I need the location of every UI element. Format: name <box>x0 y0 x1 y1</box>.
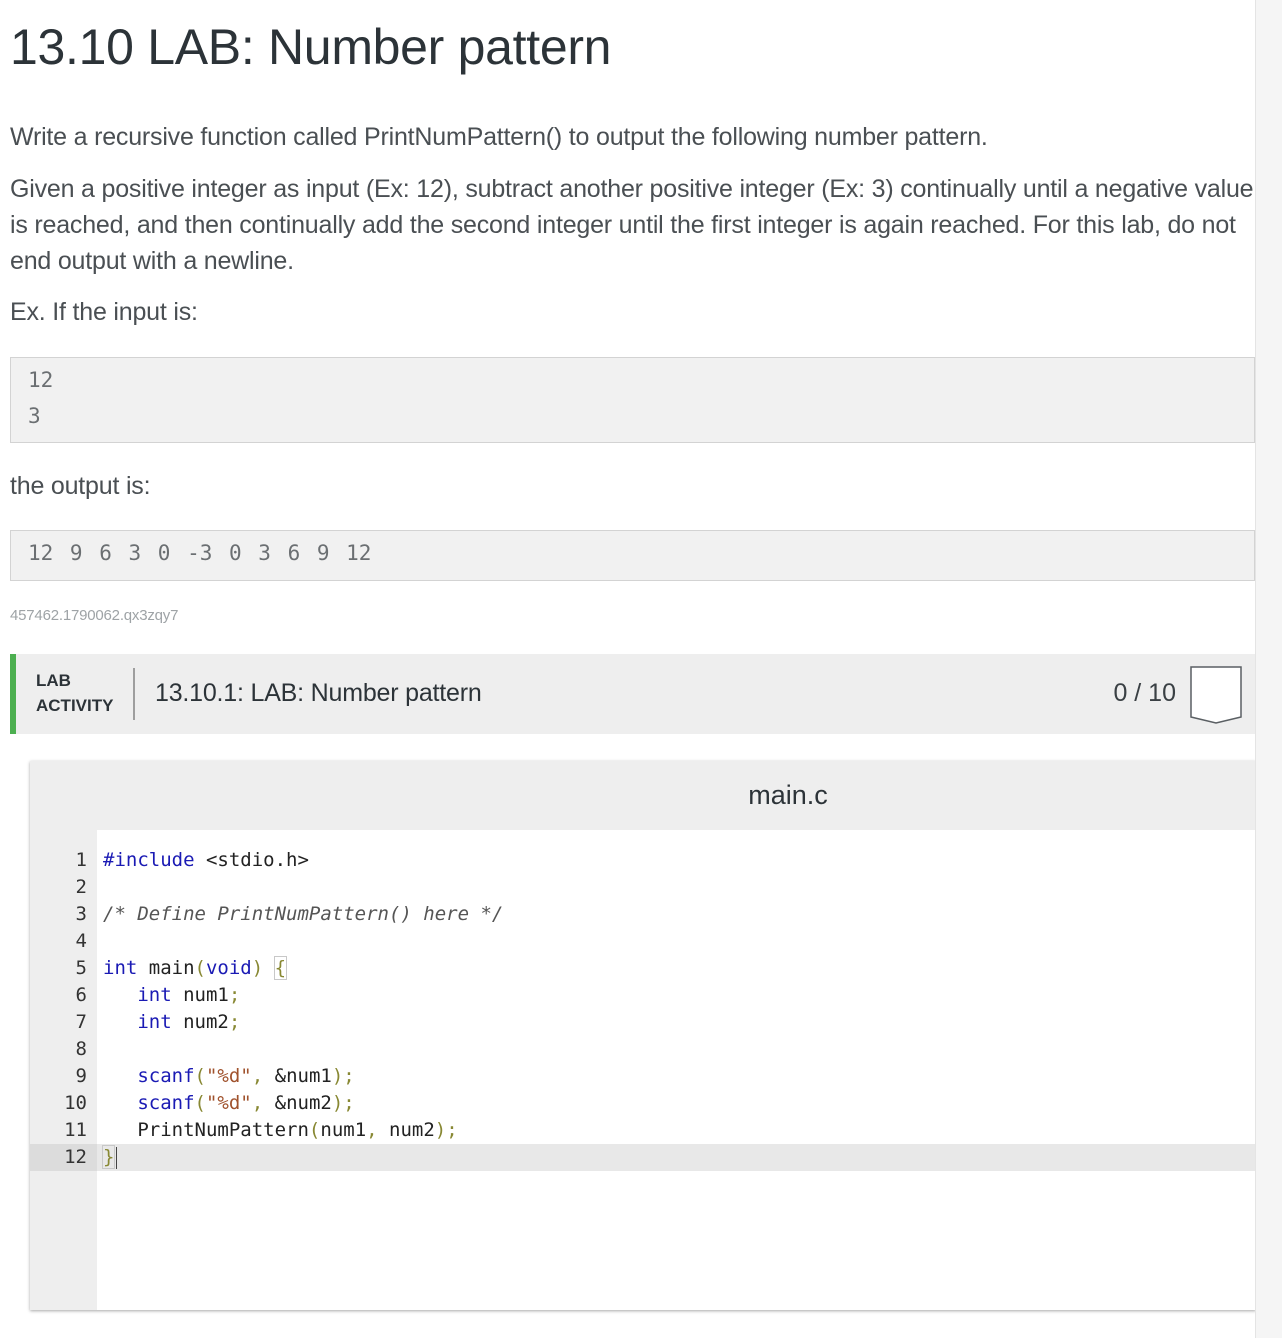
lab-tag-line: ACTIVITY <box>36 696 114 715</box>
code-text: int num1; <box>103 982 240 1009</box>
code-text: PrintNumPattern(num1, num2); <box>103 1117 458 1144</box>
input-intro-text: Ex. If the input is: <box>10 298 198 326</box>
line-number: 5 <box>75 957 87 979</box>
code-token: int <box>103 957 138 979</box>
code-line-active[interactable]: 12 } <box>30 1144 1256 1171</box>
matched-brace: { <box>273 956 288 980</box>
code-line[interactable]: 5 int main(void) { <box>30 955 1256 982</box>
lab-activity-tag: LAB ACTIVITY <box>36 668 113 718</box>
code-token: &num1 <box>274 1065 332 1087</box>
code-token: scanf <box>137 1065 195 1087</box>
code-token: ); <box>331 1065 355 1087</box>
code-token: "%d" <box>205 1092 252 1114</box>
example-input-line: 12 <box>28 368 54 392</box>
code-editor: main.c 1 #include <stdio.h> 2 3 /* Defin… <box>30 761 1256 1310</box>
text-caret <box>116 1146 118 1169</box>
code-token: ( <box>194 1065 206 1087</box>
code-token: num2 <box>171 1011 229 1033</box>
description-paragraph: Given a positive integer as input (Ex: 1… <box>10 175 1254 275</box>
shield-badge-icon <box>1190 666 1242 724</box>
line-number: 8 <box>75 1038 87 1060</box>
code-text: scanf("%d", &num1); <box>103 1063 355 1090</box>
code-line[interactable]: 7 int num2; <box>30 1009 1256 1036</box>
code-line[interactable]: 11 PrintNumPattern(num1, num2); <box>30 1117 1256 1144</box>
page-scrollbar[interactable] <box>1255 0 1282 1338</box>
file-name-tab[interactable]: main.c <box>30 780 1256 811</box>
code-token: ; <box>228 1011 241 1033</box>
code-token: <stdio.h> <box>194 849 309 871</box>
code-text: } <box>101 1144 118 1171</box>
example-input-block: 12 3 <box>10 357 1255 443</box>
code-line[interactable]: 6 int num1; <box>30 982 1256 1009</box>
code-token: num1 <box>171 984 229 1006</box>
code-token: void <box>205 957 252 979</box>
example-output-line: 12 9 6 3 0 -3 0 3 6 9 12 <box>28 541 372 565</box>
code-token: "%d" <box>205 1065 252 1087</box>
matched-brace: } <box>101 1145 116 1169</box>
example-input-line: 3 <box>28 404 41 428</box>
code-token: ; <box>228 984 241 1006</box>
line-number: 12 <box>30 1144 97 1171</box>
code-token: ); <box>331 1092 355 1114</box>
code-token: , <box>251 1065 275 1087</box>
code-token: PrintNumPattern <box>137 1119 309 1141</box>
line-number: 3 <box>75 903 87 925</box>
code-token: num1 <box>320 1119 367 1141</box>
code-text: int main(void) { <box>103 955 288 982</box>
line-number: 2 <box>75 876 87 898</box>
editor-header: main.c <box>30 761 1256 830</box>
output-intro-text: the output is: <box>10 472 151 500</box>
code-text: int num2; <box>103 1009 240 1036</box>
example-output-block: 12 9 6 3 0 -3 0 3 6 9 12 <box>10 530 1255 581</box>
code-token: ); <box>434 1119 458 1141</box>
code-token: num2 <box>389 1119 435 1141</box>
line-number: 4 <box>75 930 87 952</box>
lab-activity-title: 13.10.1: LAB: Number pattern <box>155 679 482 707</box>
code-line[interactable]: 8 <box>30 1036 1256 1063</box>
lab-score: 0 / 10 <box>1113 679 1176 707</box>
code-text: #include <stdio.h> <box>103 847 309 874</box>
code-comment: /* Define PrintNumPattern() here */ <box>103 903 504 925</box>
code-line[interactable]: 9 scanf("%d", &num1); <box>30 1063 1256 1090</box>
code-token: , <box>366 1119 390 1141</box>
code-line[interactable]: 2 <box>30 874 1256 901</box>
line-number: 7 <box>75 1011 87 1033</box>
code-token: , <box>251 1092 275 1114</box>
code-token: ( <box>194 1092 206 1114</box>
page-title: 13.10 LAB: Number pattern <box>10 19 612 75</box>
code-token: main <box>137 957 195 979</box>
code-token: ) <box>251 957 264 979</box>
code-token: #include <box>103 849 195 871</box>
code-token: ( <box>194 957 206 979</box>
activity-identifier: 457462.1790062.qx3zqy7 <box>10 607 179 624</box>
code-token: &num2 <box>274 1092 332 1114</box>
code-token: scanf <box>137 1092 195 1114</box>
line-number: 11 <box>64 1119 87 1141</box>
code-line[interactable]: 3 /* Define PrintNumPattern() here */ <box>30 901 1256 928</box>
code-text: scanf("%d", &num2); <box>103 1090 355 1117</box>
line-number: 6 <box>75 984 87 1006</box>
code-token: int <box>137 1011 172 1033</box>
line-number: 10 <box>64 1092 87 1114</box>
code-token: ( <box>308 1119 321 1141</box>
code-token: int <box>137 984 172 1006</box>
code-line[interactable]: 1 #include <stdio.h> <box>30 847 1256 874</box>
line-number: 1 <box>75 849 87 871</box>
code-text-area[interactable]: 1 #include <stdio.h> 2 3 /* Define Print… <box>30 847 1256 1171</box>
instruction-paragraph: Write a recursive function called PrintN… <box>10 123 988 151</box>
lab-tag-line: LAB <box>36 671 71 690</box>
code-line[interactable]: 4 <box>30 928 1256 955</box>
code-line[interactable]: 10 scanf("%d", &num2); <box>30 1090 1256 1117</box>
line-number: 9 <box>75 1065 87 1087</box>
lab-activity-header: LAB ACTIVITY 13.10.1: LAB: Number patter… <box>10 654 1256 734</box>
header-divider <box>133 668 135 720</box>
